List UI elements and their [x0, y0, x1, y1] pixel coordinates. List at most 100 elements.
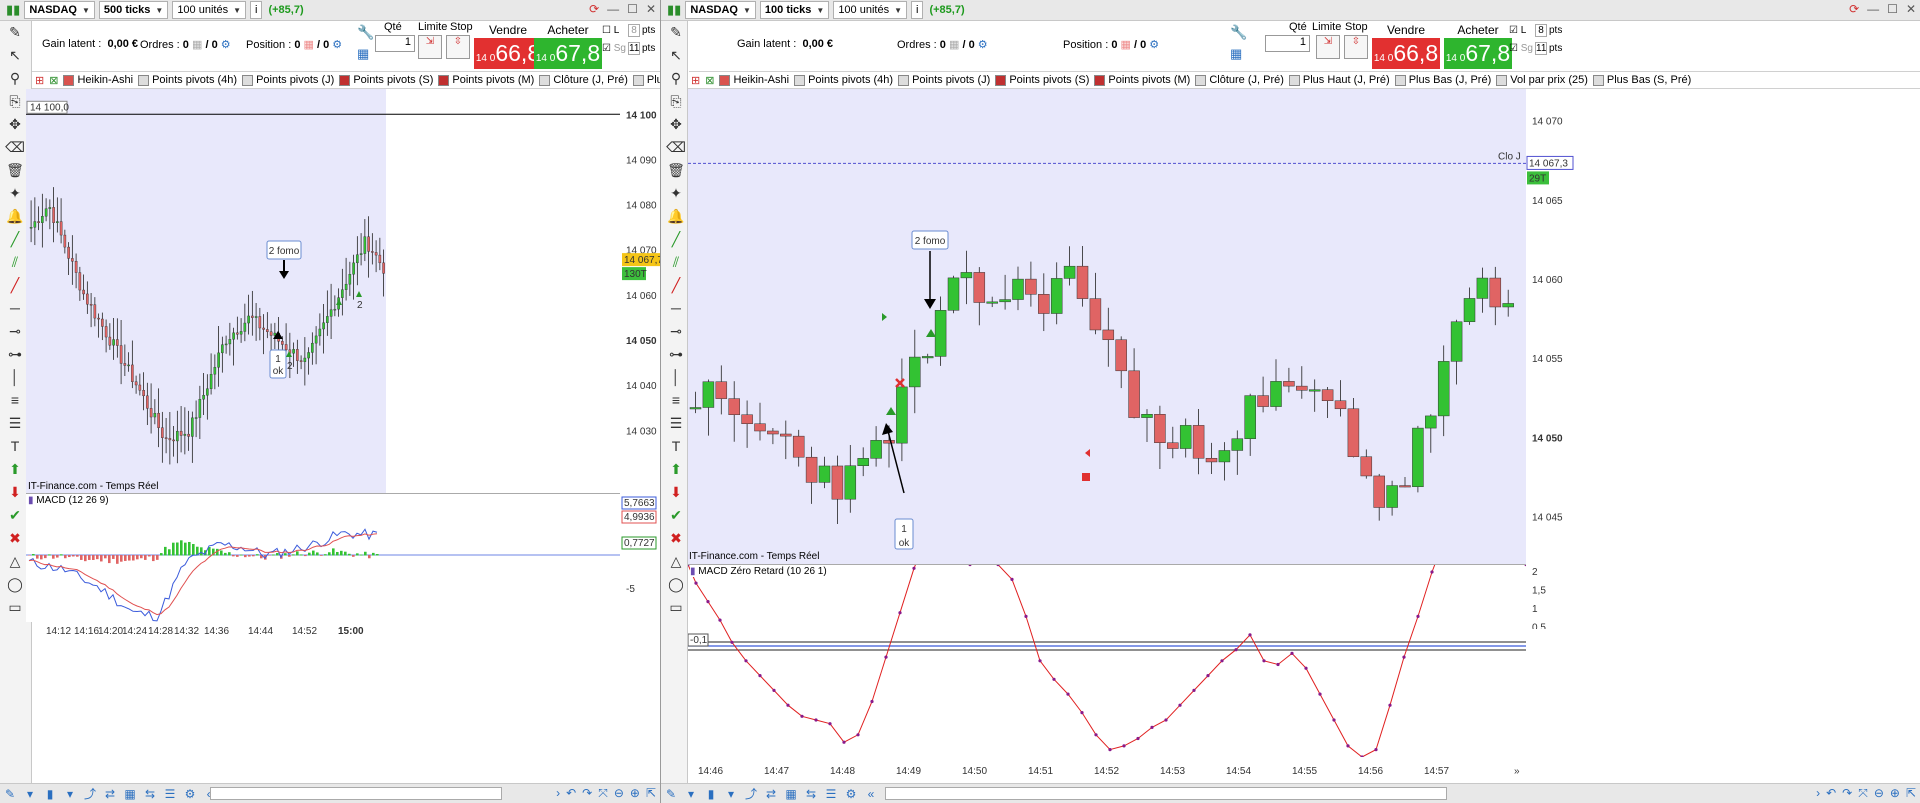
- price-chart[interactable]: Clo J 2 fomo 1 ok: [688, 89, 1526, 564]
- candles-icon[interactable]: ▮: [701, 787, 721, 801]
- zoom-icon[interactable]: ⚲: [665, 67, 687, 89]
- limit-button[interactable]: ⇲: [1316, 35, 1340, 59]
- wrench-icon[interactable]: 🔧: [1230, 24, 1247, 41]
- checkbox-l[interactable]: ☑ L: [1509, 25, 1526, 36]
- trash-icon[interactable]: 🗑: [4, 159, 26, 181]
- units-selector[interactable]: 100 unités ▼: [833, 1, 907, 19]
- indicator-item[interactable]: Points pivots (M): [1094, 74, 1190, 86]
- check-indicator-icon[interactable]: ⊠: [49, 74, 58, 87]
- redo-icon[interactable]: ↷: [582, 786, 592, 801]
- limit-button[interactable]: ⇲: [418, 35, 442, 59]
- move-icon[interactable]: ✥: [4, 113, 26, 135]
- move-icon[interactable]: ✥: [665, 113, 687, 135]
- arrow-down-icon[interactable]: ⬇: [665, 481, 687, 503]
- stop-button[interactable]: ⇳: [446, 35, 470, 59]
- check-icon[interactable]: ✔: [4, 504, 26, 526]
- channel-icon[interactable]: ⫽: [665, 251, 687, 273]
- copy-icon[interactable]: ⎘: [665, 90, 687, 112]
- segment-icon[interactable]: ⊶: [665, 343, 687, 365]
- expand-icon[interactable]: ⇱: [1906, 786, 1916, 801]
- gears-icon[interactable]: ⚙: [221, 39, 231, 51]
- wrench-icon[interactable]: 🔧: [357, 24, 374, 41]
- list-icon[interactable]: ☰: [160, 787, 180, 801]
- trash-icon[interactable]: 🗑: [665, 159, 687, 181]
- position-icon[interactable]: ▦: [1121, 39, 1131, 51]
- fib-ext-icon[interactable]: ☰: [4, 412, 26, 434]
- trend-icon[interactable]: ╱: [665, 274, 687, 296]
- sync-icon[interactable]: ⇄: [761, 787, 781, 801]
- ray-icon[interactable]: ⊸: [665, 320, 687, 342]
- layout-icon[interactable]: ▦: [120, 787, 140, 801]
- indicator-item[interactable]: Points pivots (S): [339, 74, 433, 86]
- eraser-icon[interactable]: ⌫: [4, 136, 26, 158]
- ellipse-icon[interactable]: ◯: [4, 573, 26, 595]
- vline-icon[interactable]: │: [4, 366, 26, 388]
- info-button[interactable]: i: [911, 1, 924, 19]
- sync-icon[interactable]: ⇄: [100, 787, 120, 801]
- zoom-fit-icon[interactable]: ⤧: [1858, 786, 1868, 801]
- rect-icon[interactable]: ▭: [4, 596, 26, 618]
- units-selector[interactable]: 100 unités ▼: [172, 1, 246, 19]
- indicator-item[interactable]: Heikin-Ashi: [63, 74, 133, 86]
- channel-icon[interactable]: ⫽: [4, 251, 26, 273]
- points-input-1[interactable]: 8: [628, 24, 640, 37]
- pencil-icon[interactable]: ✎: [665, 21, 687, 43]
- check-indicator-icon[interactable]: ⊠: [705, 74, 714, 87]
- indicator-item[interactable]: Plus Bas (J, Pré): [1394, 74, 1491, 86]
- undo-icon[interactable]: ↶: [566, 786, 576, 801]
- chart-style-icon[interactable]: ✎: [0, 787, 20, 801]
- text-icon[interactable]: T: [4, 435, 26, 457]
- qty-input[interactable]: 1: [375, 35, 415, 52]
- copy-icon[interactable]: ⎘: [4, 90, 26, 112]
- indicator-item[interactable]: Points pivots (J): [242, 74, 334, 86]
- magic-icon[interactable]: ✦: [4, 182, 26, 204]
- trend-icon[interactable]: ╱: [4, 274, 26, 296]
- price-chart[interactable]: 14 100,0 2 fomo 1 ok 2 2: [26, 89, 620, 493]
- scroll-next-icon[interactable]: ›: [556, 786, 560, 801]
- checkbox-sg[interactable]: ☑ Sg: [602, 43, 626, 54]
- refresh-icon[interactable]: ⟳: [589, 2, 599, 16]
- redo-icon[interactable]: ↷: [1842, 786, 1852, 801]
- indicator-item[interactable]: Points pivots (J): [898, 74, 990, 86]
- info-button[interactable]: i: [250, 1, 263, 19]
- ray-icon[interactable]: ⊸: [4, 320, 26, 342]
- share-icon[interactable]: ⤴: [80, 785, 100, 802]
- share-icon[interactable]: ⤴: [741, 785, 761, 802]
- add-indicator-icon[interactable]: ⊞: [35, 74, 44, 87]
- maximize-icon[interactable]: ☐: [627, 2, 638, 16]
- cursor-icon[interactable]: ↖: [4, 44, 26, 66]
- ellipse-icon[interactable]: ◯: [665, 573, 687, 595]
- fib-ext-icon[interactable]: ☰: [665, 412, 687, 434]
- sell-button[interactable]: Vendre 14 066,8: [474, 23, 542, 69]
- cursor-icon[interactable]: ↖: [665, 44, 687, 66]
- bell-icon[interactable]: 🔔: [4, 205, 26, 227]
- buy-button[interactable]: Acheter 14 067,8: [1444, 23, 1512, 69]
- hline-icon[interactable]: ─: [665, 297, 687, 319]
- close-icon[interactable]: ✕: [646, 2, 656, 16]
- zoom-in-icon[interactable]: ⊕: [630, 786, 640, 801]
- dropdown-icon[interactable]: ▾: [60, 787, 80, 801]
- expand-icon[interactable]: ⇱: [646, 786, 656, 801]
- orders-icon[interactable]: ▦: [949, 39, 959, 51]
- gears-icon[interactable]: ⚙: [978, 39, 988, 51]
- tick-selector[interactable]: 100 ticks ▼: [759, 1, 830, 19]
- indicator-item[interactable]: Plus Bas (S, Pré): [1592, 74, 1691, 86]
- indicator-item[interactable]: Points pivots (M): [438, 74, 534, 86]
- symbol-selector[interactable]: NASDAQ ▼: [24, 1, 95, 19]
- dropdown-icon[interactable]: ▾: [20, 787, 40, 801]
- bell-icon[interactable]: 🔔: [665, 205, 687, 227]
- horizontal-scrollbar[interactable]: [210, 787, 502, 800]
- candles-icon[interactable]: ▮: [40, 787, 60, 801]
- symbol-selector[interactable]: NASDAQ ▼: [685, 1, 756, 19]
- indicator-item[interactable]: Points pivots (4h): [138, 74, 237, 86]
- triangle-icon[interactable]: △: [4, 550, 26, 572]
- points-input-2[interactable]: 11: [1535, 42, 1547, 55]
- indicator-item[interactable]: Vol par prix (25): [1496, 74, 1588, 86]
- close-icon[interactable]: ✕: [1906, 2, 1916, 16]
- magic-icon[interactable]: ✦: [665, 182, 687, 204]
- zoom-in-icon[interactable]: ⊕: [1890, 786, 1900, 801]
- fib-icon[interactable]: ≡: [665, 389, 687, 411]
- orders-icon[interactable]: ▦: [192, 39, 202, 51]
- indicator-item[interactable]: Plus Haut (J, Pré): [632, 74, 660, 86]
- zoom-fit-icon[interactable]: ⤧: [598, 786, 608, 801]
